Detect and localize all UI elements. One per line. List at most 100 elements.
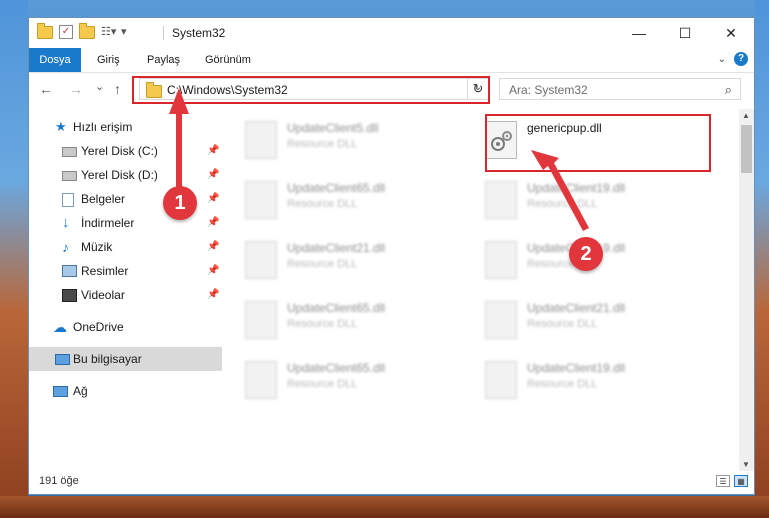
details-view-icon[interactable]: ☰ (716, 475, 730, 487)
status-bar: 191 öğe ☰ ▦ (29, 470, 754, 494)
file-item[interactable]: UpdateClient19.dll Resource DLL (479, 175, 709, 223)
maximize-button[interactable]: ☐ (662, 18, 708, 48)
sidebar-item-videos[interactable]: Videolar 📌 (29, 283, 222, 307)
file-name: UpdateClient19.dll (527, 181, 626, 195)
sidebar-item-label: Videolar (81, 288, 125, 302)
pin-icon[interactable]: 📌 (207, 259, 219, 283)
scroll-up-icon[interactable]: ▲ (742, 111, 750, 120)
file-name: UpdateClient19.dll (527, 361, 626, 375)
file-type: Resource DLL (527, 318, 598, 330)
file-item[interactable]: UpdateClient65.dll Resource DLL (239, 295, 469, 343)
scrollbar-thumb[interactable] (741, 125, 752, 173)
file-name: UpdateClient5.dll (287, 121, 379, 135)
file-item[interactable]: UpdateClient19.dll Resource DLL (479, 355, 709, 403)
dll-file-icon (245, 361, 277, 399)
pin-icon[interactable]: 📌 (207, 187, 219, 211)
star-icon: ★ (55, 119, 67, 134)
sidebar-item-label: İndirmeler (81, 216, 135, 230)
sidebar-item-label: Yerel Disk (D:) (81, 168, 158, 182)
file-type: Resource DLL (287, 258, 358, 270)
window-title: System32 (172, 26, 226, 40)
sidebar-item-disk-c[interactable]: Yerel Disk (C:) 📌 (29, 139, 222, 163)
minimize-button[interactable]: — (616, 18, 662, 48)
back-button[interactable]: ← (39, 81, 53, 97)
up-button[interactable]: ↑ (114, 81, 121, 97)
file-name: UpdateClient21.dll (527, 301, 626, 315)
sidebar-item-pictures[interactable]: Resimler 📌 (29, 259, 222, 283)
desktop-background-right (755, 0, 769, 518)
file-name: UpdateClient65.dll (287, 301, 386, 315)
close-button[interactable]: ✕ (708, 18, 754, 48)
computer-icon (55, 354, 70, 365)
recent-locations-button[interactable]: ⌄ (95, 80, 104, 93)
sidebar-item-network[interactable]: Ağ (29, 379, 222, 403)
dll-file-icon (245, 121, 277, 159)
file-item[interactable]: UpdateClient5.dll Resource DLL (239, 115, 469, 163)
quick-access-toolbar: ✓ ☷▾ ▾ (37, 22, 135, 39)
scroll-down-icon[interactable]: ▼ (742, 460, 750, 469)
drive-icon (62, 147, 77, 157)
pin-icon[interactable]: 📌 (207, 235, 219, 259)
sidebar-item-this-pc[interactable]: Bu bilgisayar (29, 347, 222, 371)
sidebar-item-onedrive[interactable]: ☁ OneDrive (29, 315, 222, 339)
step-marker-2: 2 (569, 237, 603, 271)
file-item[interactable]: UpdateClient65.dll Resource DLL (239, 175, 469, 223)
toolbar-dropdown-icon[interactable]: ▾ (121, 26, 135, 38)
tab-home[interactable]: Giriş (97, 48, 120, 72)
dll-file-icon (245, 181, 277, 219)
file-type: Resource DLL (287, 198, 358, 210)
file-name: UpdateClient65.dll (287, 361, 386, 375)
title-bar: ✓ ☷▾ ▾ System32 — ☐ ✕ (29, 18, 754, 48)
videos-icon (62, 289, 77, 302)
search-icon[interactable]: ⌕ (725, 82, 732, 98)
search-input[interactable]: Ara: System32 ⌕ (499, 78, 741, 100)
new-folder-icon[interactable] (79, 22, 95, 39)
sidebar-item-label: Hızlı erişim (73, 120, 133, 134)
pin-icon[interactable]: 📌 (207, 283, 219, 307)
explorer-window: ✓ ☷▾ ▾ System32 — ☐ ✕ Dosya Giriş Paylaş… (28, 17, 755, 495)
navigation-pane: ★ Hızlı erişim Yerel Disk (C:) 📌 Yerel D… (29, 113, 222, 463)
file-highlight-box (485, 114, 711, 172)
file-item[interactable]: UpdateClient21.dll Resource DLL (479, 295, 709, 343)
sidebar-item-disk-d[interactable]: Yerel Disk (D:) 📌 (29, 163, 222, 187)
properties-check-icon[interactable]: ✓ (59, 25, 73, 39)
tab-share[interactable]: Paylaş (147, 48, 180, 72)
pin-icon[interactable]: 📌 (207, 139, 219, 163)
tab-view[interactable]: Görünüm (205, 48, 251, 72)
file-type: Resource DLL (527, 198, 598, 210)
pin-icon[interactable]: 📌 (207, 163, 219, 187)
sidebar-item-music[interactable]: ♪ Müzik 📌 (29, 235, 222, 259)
sidebar-item-downloads[interactable]: ↓ İndirmeler 📌 (29, 211, 222, 235)
dll-file-icon (485, 241, 517, 279)
dll-file-icon (485, 361, 517, 399)
cloud-icon: ☁ (53, 319, 67, 335)
dll-file-icon (485, 301, 517, 339)
music-icon: ♪ (62, 239, 69, 255)
file-type: Resource DLL (527, 378, 598, 390)
pictures-icon (62, 265, 77, 277)
pin-icon[interactable]: 📌 (207, 211, 219, 235)
title-separator (163, 26, 164, 40)
file-item[interactable]: UpdateClient65.dll Resource DLL (239, 355, 469, 403)
sidebar-item-quick-access[interactable]: ★ Hızlı erişim (29, 115, 222, 139)
expand-ribbon-icon[interactable]: ⌄ (718, 54, 726, 65)
folder-icon (37, 22, 53, 39)
sidebar-item-label: OneDrive (73, 320, 124, 334)
file-type: Resource DLL (287, 138, 358, 150)
dll-file-icon (245, 241, 277, 279)
customize-icon[interactable]: ☷▾ (101, 26, 116, 38)
drive-icon (62, 171, 77, 181)
sidebar-item-label: Müzik (81, 240, 113, 254)
large-icons-view-icon[interactable]: ▦ (734, 475, 748, 487)
desktop-background-bottom (0, 496, 769, 518)
vertical-scrollbar[interactable]: ▲ ▼ (739, 109, 754, 471)
documents-icon (62, 193, 74, 207)
tab-file[interactable]: Dosya (29, 48, 81, 72)
help-icon[interactable]: ? (734, 52, 748, 66)
downloads-icon: ↓ (62, 214, 70, 231)
file-type: Resource DLL (287, 378, 358, 390)
address-highlight-box (132, 76, 490, 104)
sidebar-item-label: Yerel Disk (C:) (81, 144, 158, 158)
file-item[interactable]: UpdateClient21.dll Resource DLL (239, 235, 469, 283)
forward-button[interactable]: → (69, 81, 83, 97)
